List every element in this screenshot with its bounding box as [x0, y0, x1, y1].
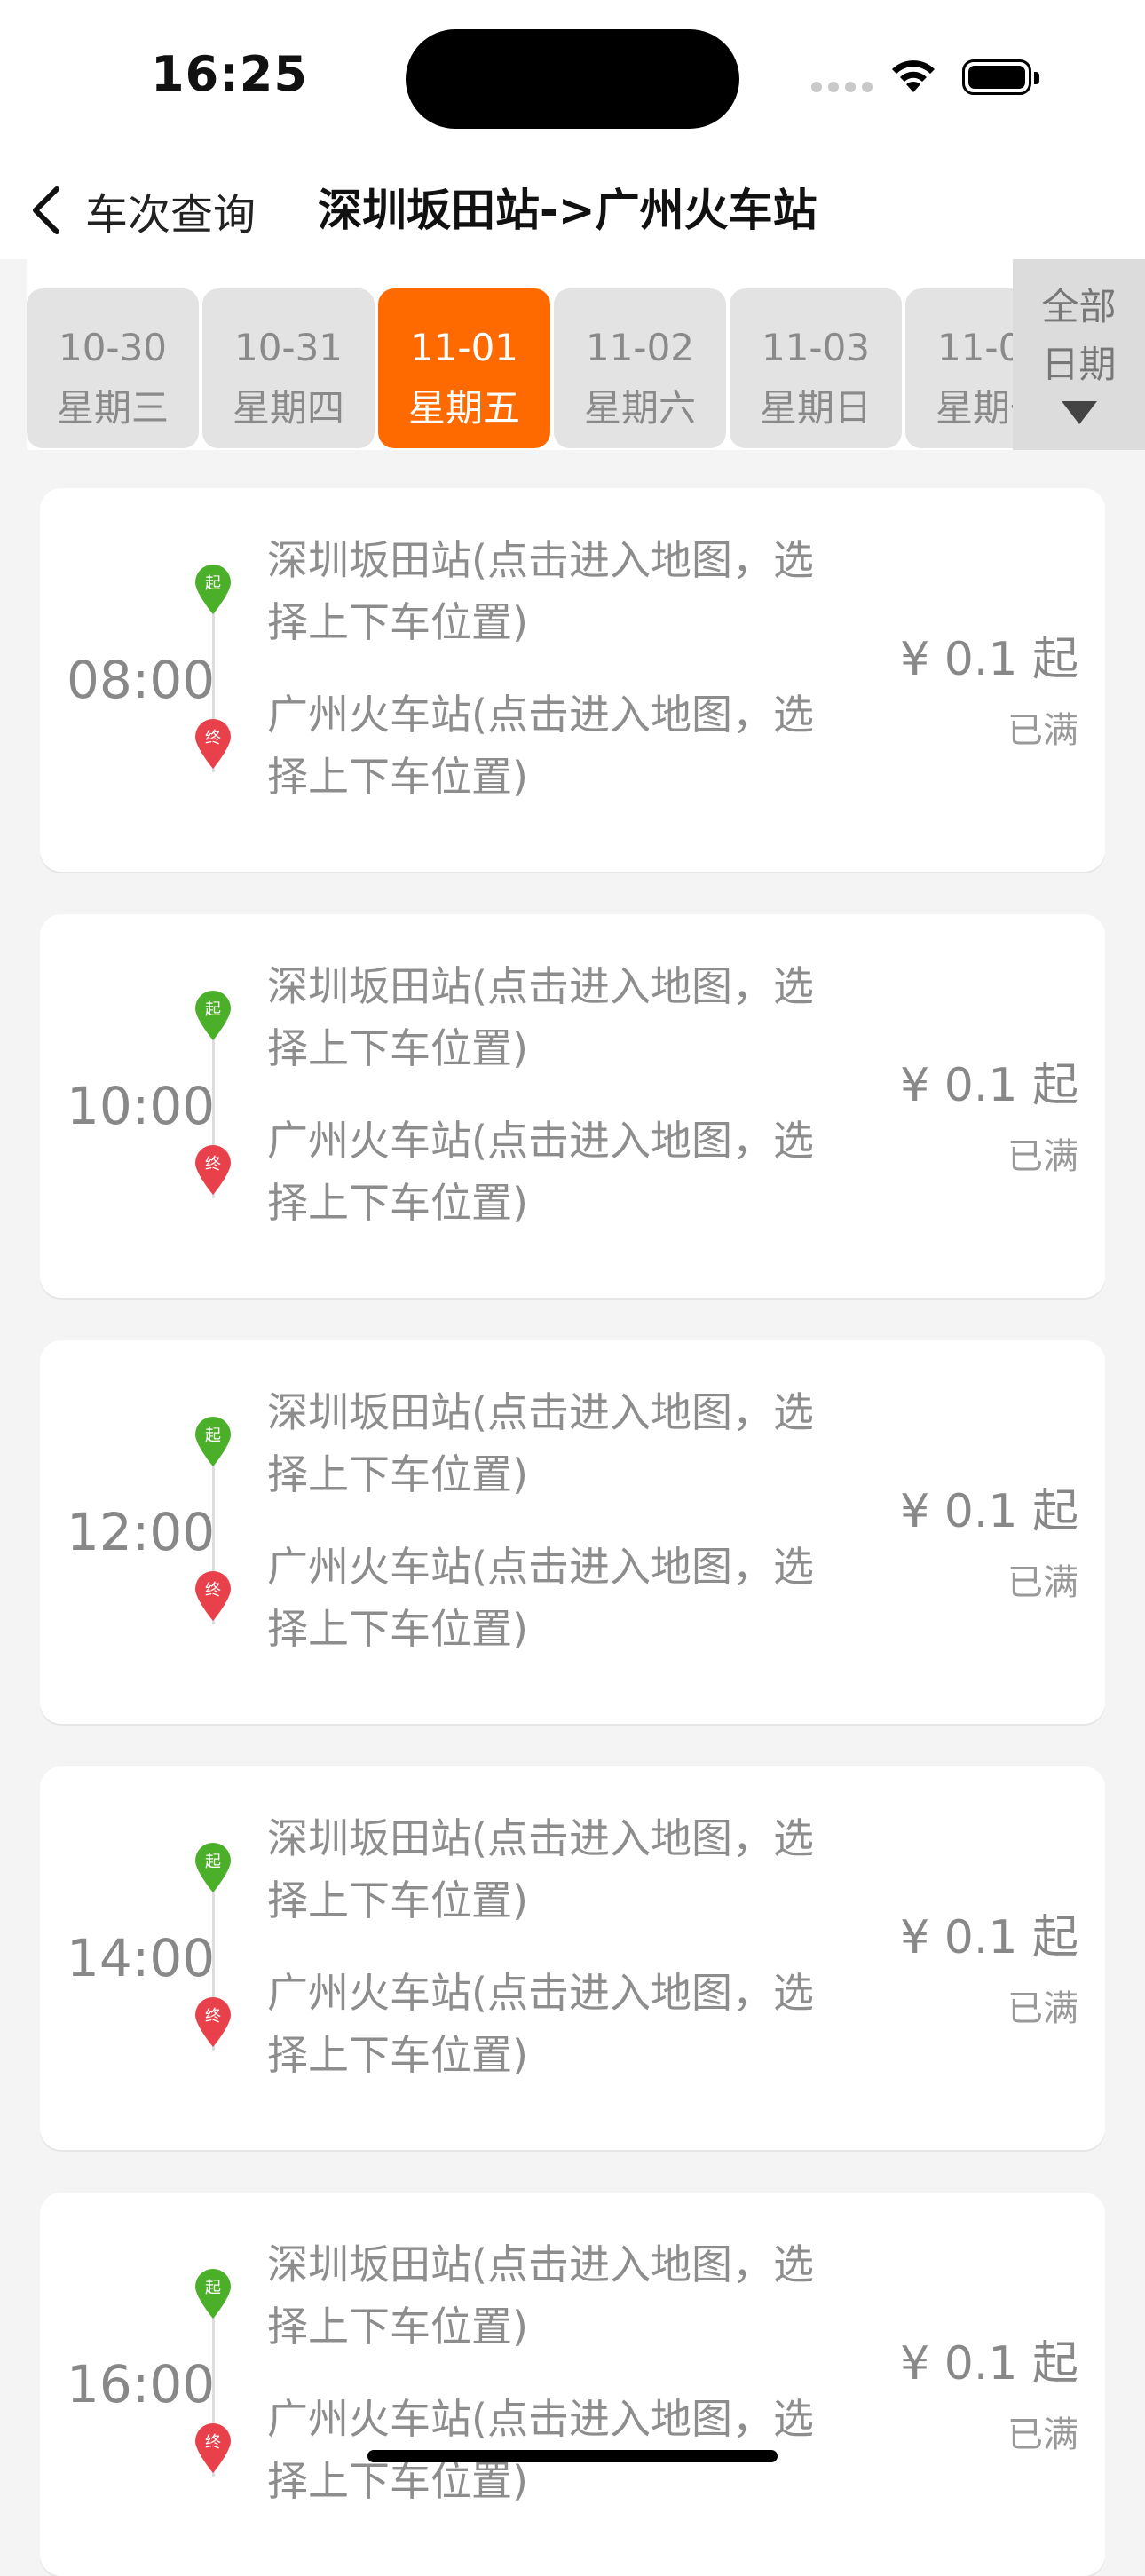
all-dates-label-2: 日期 [1041, 343, 1117, 386]
start-pin-icon: 起 [193, 2267, 233, 2320]
departure-stop[interactable]: 深圳坂田站(点击进入地图，选择上下车位置) [267, 1807, 817, 1932]
departure-stop[interactable]: 深圳坂田站(点击进入地图，选择上下车位置) [267, 529, 817, 653]
ticket-price: ¥ 0.1 起 [900, 1911, 1078, 1964]
all-dates-label-1: 全部 [1041, 285, 1117, 328]
battery-icon [962, 59, 1042, 97]
wifi-icon [888, 53, 939, 96]
ticket-price: ¥ 0.1 起 [900, 633, 1078, 686]
start-pin-icon: 起 [193, 1415, 233, 1468]
svg-text:起: 起 [205, 574, 221, 593]
seat-status: 已满 [1007, 1562, 1078, 1603]
seat-status: 已满 [1007, 2414, 1078, 2455]
seat-status: 已满 [1007, 1136, 1078, 1177]
date-tab-weekday: 星期三 [56, 386, 169, 430]
svg-text:起: 起 [205, 1426, 221, 1445]
chevron-left-icon [33, 186, 59, 234]
seat-status: 已满 [1007, 1988, 1078, 2029]
status-time: 16:25 [151, 46, 308, 102]
arrival-stop[interactable]: 广州火车站(点击进入地图，选择上下车位置) [267, 684, 817, 808]
trip-card[interactable]: 08:00 起终 深圳坂田站(点击进入地图，选择上下车位置) 广州火车站(点击进入地图… [40, 488, 1105, 872]
departure-stop[interactable]: 深圳坂田站(点击进入地图，选择上下车位置) [267, 2233, 817, 2358]
dynamic-island [406, 29, 739, 129]
seat-status: 已满 [1007, 710, 1078, 751]
caret-down-icon [1061, 401, 1097, 424]
date-tab-10-31[interactable]: 10-31 星期四 [202, 288, 375, 448]
svg-text:终: 终 [205, 1155, 221, 1173]
navigation-bar: 车次查询 深圳坂田站->广州火车站 [0, 151, 1145, 259]
start-pin-icon: 起 [193, 1841, 233, 1894]
date-tab-weekday: 星期一 [935, 386, 1013, 430]
date-tab-weekday: 星期六 [583, 386, 696, 430]
arrival-stop[interactable]: 广州火车站(点击进入地图，选择上下车位置) [267, 1962, 817, 2086]
trip-card[interactable]: 10:00 起终 深圳坂田站(点击进入地图，选择上下车位置) 广州火车站(点击进入地图… [40, 914, 1105, 1298]
ticket-price: ¥ 0.1 起 [900, 1059, 1078, 1112]
start-pin-icon: 起 [193, 989, 233, 1042]
end-pin-icon: 终 [193, 717, 233, 770]
back-label: 车次查询 [85, 190, 257, 240]
trip-card[interactable]: 14:00 起终 深圳坂田站(点击进入地图，选择上下车位置) 广州火车站(点击进入地图… [40, 1766, 1105, 2150]
end-pin-icon: 终 [193, 1995, 233, 2049]
trip-card[interactable]: 16:00 起终深圳坂田站(点击进入地图，选择上下车位置) 广州火车站(点击进入地图… [40, 2193, 1105, 2576]
end-pin-icon: 终 [193, 1569, 233, 1623]
date-tab-10-30[interactable]: 10-30 星期三 [27, 288, 199, 448]
page-title: 深圳坂田站->广州火车站 [318, 185, 817, 236]
svg-text:起: 起 [205, 1853, 221, 1871]
date-tab-date: 11-02 [585, 326, 695, 369]
departure-stop[interactable]: 深圳坂田站(点击进入地图，选择上下车位置) [267, 1381, 817, 1505]
date-tab-date: 10-31 [233, 326, 344, 369]
status-bar: 16:25 [0, 0, 1145, 151]
trip-card[interactable]: 12:00 起终 深圳坂田站(点击进入地图，选择上下车位置) 广州火车站(点击进入地图… [40, 1340, 1105, 1724]
ticket-price: ¥ 0.1 起 [900, 1485, 1078, 1538]
departure-time: 12:00 [67, 1502, 216, 1562]
end-pin-icon: 终 [193, 2422, 233, 2475]
svg-text:起: 起 [205, 1000, 221, 1019]
date-tab-11-01[interactable]: 11-01 星期五 [378, 288, 550, 448]
date-tab-weekday: 星期四 [232, 386, 344, 430]
all-dates-button[interactable]: 全部 日期 [1013, 259, 1145, 450]
svg-text:终: 终 [205, 2433, 221, 2452]
date-tab-date: 11-01 [409, 326, 519, 369]
arrival-stop[interactable]: 广州火车站(点击进入地图，选择上下车位置) [267, 1110, 817, 1234]
departure-time: 14:00 [67, 1928, 216, 1988]
arrival-stop[interactable]: 广州火车站(点击进入地图，选择上下车位置) [267, 1536, 817, 1660]
svg-text:终: 终 [205, 729, 221, 747]
date-tab-weekday: 星期日 [759, 386, 872, 430]
date-tab-date: 11-03 [761, 326, 871, 369]
departure-time: 10:00 [67, 1076, 216, 1136]
date-tab-11-04[interactable]: 11-04 星期一 [905, 288, 1013, 448]
date-tab-date: 11-04 [936, 326, 1013, 369]
departure-time: 16:00 [67, 2354, 216, 2414]
start-pin-icon: 起 [193, 563, 233, 616]
departure-stop[interactable]: 深圳坂田站(点击进入地图，选择上下车位置) [267, 955, 817, 1079]
cellular-signal-icon [811, 82, 873, 94]
ticket-price: ¥ 0.1 起 [900, 2337, 1078, 2390]
end-pin-icon: 终 [193, 1143, 233, 1197]
home-indicator [367, 2450, 778, 2462]
svg-text:起: 起 [205, 2279, 221, 2297]
date-tab-weekday: 星期五 [407, 386, 520, 430]
departure-time: 08:00 [67, 650, 216, 710]
date-selector: 10-30 星期三 10-31 星期四 11-01 星期五 11-02 星期六 11-03 星期日… [0, 259, 1145, 450]
date-tab-11-02[interactable]: 11-02 星期六 [554, 288, 726, 448]
back-button[interactable]: 车次查询 [27, 170, 256, 250]
svg-text:终: 终 [205, 1581, 221, 1600]
date-tab-11-03[interactable]: 11-03 星期日 [730, 288, 902, 448]
svg-text:终: 终 [205, 2007, 221, 2026]
date-tab-date: 10-30 [58, 326, 168, 369]
